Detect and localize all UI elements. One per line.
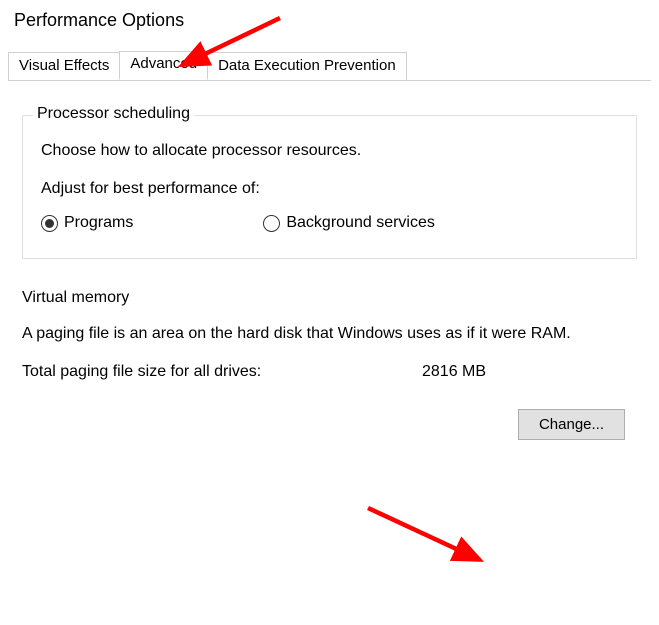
- tab-panel-advanced: Processor scheduling Choose how to alloc…: [0, 81, 659, 460]
- window-title: Performance Options: [0, 0, 659, 37]
- radio-icon: [41, 215, 58, 232]
- group-virtual-memory: Virtual memory A paging file is an area …: [22, 289, 637, 440]
- tab-advanced[interactable]: Advanced: [119, 51, 208, 80]
- radio-label-background: Background services: [286, 214, 435, 232]
- change-button[interactable]: Change...: [518, 409, 625, 440]
- group-legend-vm: Virtual memory: [22, 289, 637, 307]
- vm-info-row: Total paging file size for all drives: 2…: [22, 363, 637, 381]
- tab-strip: Visual Effects Advanced Data Execution P…: [8, 51, 659, 80]
- tab-visual-effects[interactable]: Visual Effects: [8, 52, 120, 81]
- radio-icon: [263, 215, 280, 232]
- tab-dep[interactable]: Data Execution Prevention: [207, 52, 407, 81]
- change-row: Change...: [22, 409, 637, 440]
- radio-group-performance: Programs Background services: [41, 214, 618, 232]
- vm-info-value: 2816 MB: [422, 363, 486, 381]
- radio-programs[interactable]: Programs: [41, 214, 133, 232]
- radio-label-programs: Programs: [64, 214, 133, 232]
- radio-background-services[interactable]: Background services: [263, 214, 435, 232]
- annotation-arrow-change: [360, 498, 530, 578]
- group-processor-scheduling: Processor scheduling Choose how to alloc…: [22, 115, 637, 259]
- tab-border: [8, 80, 651, 81]
- vm-desc: A paging file is an area on the hard dis…: [22, 323, 637, 345]
- processor-desc: Choose how to allocate processor resourc…: [41, 142, 618, 160]
- group-legend-processor: Processor scheduling: [33, 105, 194, 123]
- processor-subheading: Adjust for best performance of:: [41, 180, 618, 198]
- vm-info-label: Total paging file size for all drives:: [22, 363, 422, 381]
